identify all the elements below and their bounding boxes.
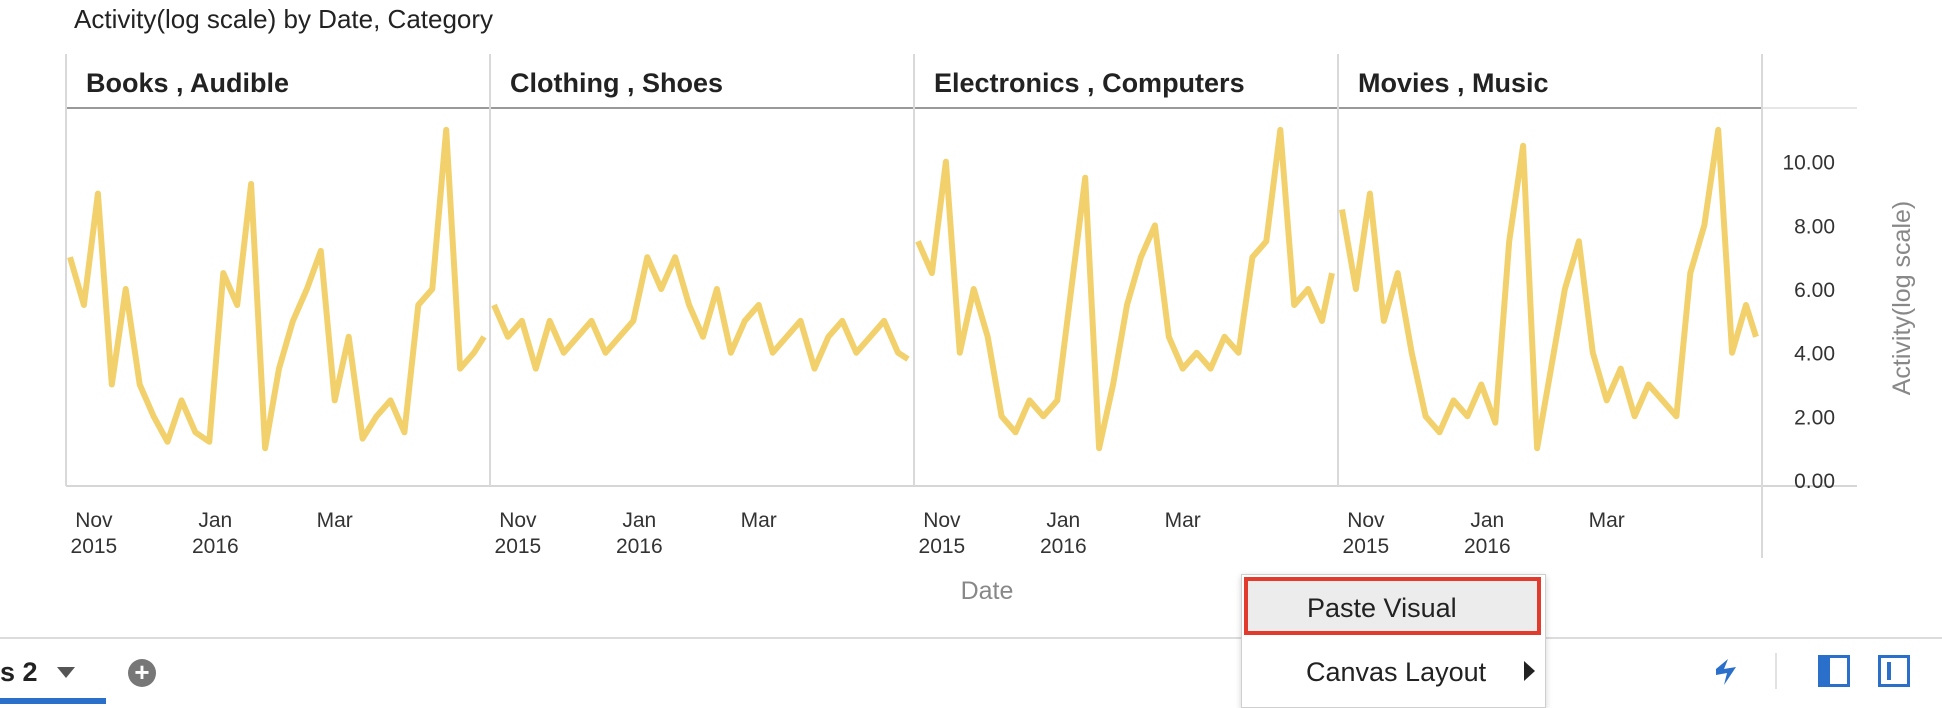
left-panel-toggle-icon[interactable] [1818, 655, 1850, 687]
x-tick-label: Mar [317, 509, 353, 532]
menu-item-label: Canvas Layout [1306, 657, 1487, 687]
add-sheet-icon[interactable]: + [128, 659, 156, 687]
x-tick-label: Jan [622, 509, 656, 532]
x-tick-label: 2016 [192, 535, 239, 558]
facet-label: Books , Audible [86, 68, 289, 98]
chevron-down-icon[interactable] [57, 667, 75, 678]
y-tick-label: 2.00 [1794, 406, 1835, 429]
series-line [915, 126, 1335, 452]
series-line [67, 126, 487, 452]
x-tick-label: 2016 [616, 535, 663, 558]
toolbar-divider [1775, 653, 1777, 689]
chevron-right-icon [1524, 661, 1535, 681]
x-tick-label: Jan [198, 509, 232, 532]
facet-label: Clothing , Shoes [510, 68, 723, 98]
sheet-tab-label: s 2 [0, 657, 38, 687]
sheet-tab-bar: s 2 + [0, 637, 1942, 706]
x-tick-label: 2015 [495, 535, 542, 558]
facet-label: Movies , Music [1358, 68, 1549, 98]
x-tick-label: Mar [1589, 509, 1625, 532]
x-tick-label: 2016 [1464, 535, 1511, 558]
y-tick-label: 0.00 [1794, 470, 1835, 493]
x-tick-label: Jan [1046, 509, 1080, 532]
menu-item-canvas-layout[interactable]: Canvas Layout [1242, 641, 1545, 701]
x-axis-title: Date [961, 577, 1014, 605]
x-tick-label: 2015 [919, 535, 966, 558]
x-tick-label: Nov [923, 509, 961, 532]
x-tick-label: 2016 [1040, 535, 1087, 558]
y-tick-label: 4.00 [1794, 343, 1835, 366]
y-tick-label: 10.00 [1782, 152, 1835, 175]
y-tick-label: 6.00 [1794, 279, 1835, 302]
menu-item-label: Paste Visual [1307, 593, 1457, 623]
right-panel-toggle-icon[interactable] [1878, 655, 1910, 687]
x-tick-label: Nov [75, 509, 113, 532]
series-line [1339, 126, 1759, 452]
x-tick-label: Jan [1470, 509, 1504, 532]
sheet-tab-active[interactable]: s 2 [0, 639, 106, 704]
x-tick-label: Mar [741, 509, 777, 532]
x-tick-label: 2015 [1343, 535, 1390, 558]
x-tick-label: Nov [1347, 509, 1385, 532]
lightning-icon[interactable] [1712, 655, 1742, 689]
x-tick-label: 2015 [71, 535, 118, 558]
x-tick-label: Nov [499, 509, 537, 532]
series-line [491, 254, 910, 372]
facet-label: Electronics , Computers [934, 68, 1245, 98]
chart-area: Books , Audible Nov 2015 Jan 2016 Mar Clothing… [65, 54, 1916, 605]
y-tick-label: 8.00 [1794, 215, 1835, 238]
context-menu: Paste Visual Canvas Layout [1241, 574, 1546, 708]
y-axis-title: Activity(log scale) [1888, 201, 1916, 396]
x-tick-label: Mar [1165, 509, 1201, 532]
menu-item-paste-visual[interactable]: Paste Visual [1244, 577, 1541, 635]
